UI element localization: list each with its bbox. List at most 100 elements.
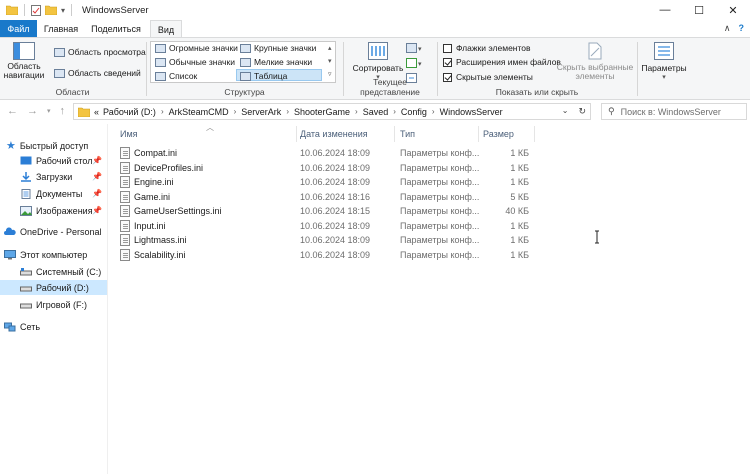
chevron-right-icon[interactable]: › [432, 107, 435, 116]
layout-small-icons[interactable]: Мелкие значки [240, 57, 312, 67]
sidebar-item-pictures[interactable]: Изображения 📌 [0, 203, 107, 218]
file-list: ︿ Имя Дата изменения Тип Размер Compat.i… [108, 123, 750, 474]
sidebar-item-downloads[interactable]: Загрузки 📌 [0, 169, 107, 184]
layout-extra-large-icons[interactable]: Огромные значки [155, 43, 238, 53]
tab-home[interactable]: Главная [40, 20, 82, 37]
hidden-items-label: Скрытые элементы [456, 72, 533, 82]
sidebar-item-drive-d[interactable]: Рабочий (D:) [0, 280, 107, 295]
column-header-date[interactable]: Дата изменения [300, 126, 394, 142]
sort-button[interactable]: Сортировать ▾ [350, 42, 406, 81]
help-icon[interactable]: ? [739, 23, 745, 34]
chevron-right-icon[interactable]: › [393, 107, 396, 116]
chevron-right-icon[interactable]: › [286, 107, 289, 116]
file-row[interactable]: Compat.ini 10.06.2024 18:09 Параметры ко… [108, 146, 750, 160]
tab-view[interactable]: Вид [150, 20, 182, 38]
recent-locations-button[interactable]: ▾ [47, 107, 51, 117]
back-button[interactable]: ← [7, 105, 18, 117]
pin-icon: 📌 [92, 172, 102, 181]
nav-pane-button[interactable]: Область навигации [4, 42, 44, 82]
column-header-label: Дата изменения [300, 129, 368, 139]
properties-icon[interactable] [31, 4, 41, 16]
layout-details[interactable]: Таблица [240, 71, 287, 81]
breadcrumb-item[interactable]: WindowsServer [440, 107, 503, 117]
column-header-name[interactable]: Имя [120, 126, 296, 142]
collapse-ribbon-icon[interactable]: ∧ [724, 23, 731, 34]
file-name: GameUserSettings.ini [134, 206, 222, 216]
maximize-button[interactable]: ☐ [682, 0, 716, 20]
checkbox-hidden-items[interactable] [443, 72, 452, 82]
breadcrumb-item[interactable]: ArkSteamCMD › [169, 107, 242, 117]
checkbox-file-extensions[interactable] [443, 57, 452, 67]
chevron-right-icon[interactable]: › [161, 107, 164, 116]
file-type: Параметры конф... [400, 192, 480, 202]
hidden-items-toggle[interactable]: Скрытые элементы [443, 72, 533, 82]
sidebar-item-network[interactable]: Сеть [0, 319, 107, 334]
breadcrumb-item[interactable]: Saved › [363, 107, 401, 117]
sidebar-item-desktop[interactable]: Рабочий стол 📌 [0, 153, 107, 168]
layout-list[interactable]: Список [155, 71, 197, 81]
qat-dropdown-icon[interactable]: ▾ [61, 6, 65, 15]
layout-scroll-arrows[interactable]: ▴ ▾ ▿ [328, 42, 332, 81]
up-button[interactable]: ↑ [60, 105, 66, 117]
pin-icon: 📌 [92, 189, 102, 198]
file-name: Lightmass.ini [134, 235, 187, 245]
layout-item-label: Огромные значки [169, 43, 238, 53]
file-extensions-toggle[interactable]: Расширения имен файлов [443, 57, 561, 67]
pictures-icon [20, 205, 32, 216]
address-overflow[interactable]: « [94, 107, 99, 117]
file-type: Параметры конф... [400, 163, 480, 173]
minimize-button[interactable]: — [648, 0, 682, 20]
group-by-icon[interactable]: ▾ [406, 43, 424, 53]
breadcrumb-item[interactable]: Рабочий (D:) › [103, 107, 169, 117]
file-row[interactable]: Input.ini 10.06.2024 18:09 Параметры кон… [108, 219, 750, 233]
details-pane-button[interactable]: Область сведений [54, 68, 141, 78]
chevron-right-icon[interactable]: › [355, 107, 358, 116]
breadcrumb-item[interactable]: ServerArk › [241, 107, 294, 117]
sidebar-item-label: Сеть [20, 321, 41, 332]
layout-large-icons[interactable]: Крупные значки [240, 43, 316, 53]
layout-medium-icons[interactable]: Обычные значки [155, 57, 235, 67]
column-header-type[interactable]: Тип [400, 126, 478, 142]
sidebar-item-drive-f[interactable]: Игровой (F:) [0, 297, 107, 312]
file-row[interactable]: DeviceProfiles.ini 10.06.2024 18:09 Пара… [108, 161, 750, 175]
breadcrumb-label: ShooterGame [293, 106, 351, 117]
address-dropdown-icon[interactable]: ⌄ [562, 106, 569, 117]
close-button[interactable]: ✕ [716, 0, 750, 20]
search-input[interactable]: ⚲ Поиск в: WindowsServer [601, 103, 747, 120]
forward-button[interactable]: → [27, 105, 38, 117]
pin-icon: 📌 [92, 156, 102, 165]
file-row[interactable]: GameUserSettings.ini 10.06.2024 18:15 Па… [108, 204, 750, 218]
tab-share[interactable]: Поделиться [86, 20, 146, 37]
tab-file[interactable]: Файл [0, 20, 37, 37]
options-button[interactable]: Параметры ▾ [640, 42, 688, 81]
ini-file-icon [120, 234, 130, 246]
file-type: Параметры конф... [400, 221, 480, 231]
sidebar-item-label: Системный (C:) [36, 266, 102, 277]
add-columns-icon[interactable]: ▾ [406, 58, 424, 68]
sidebar-item-drive-c[interactable]: Системный (C:) [0, 264, 107, 279]
preview-pane-button[interactable]: Область просмотра [54, 47, 146, 57]
navigation-pane: ★ Быстрый доступ Рабочий стол 📌 Загрузки… [0, 124, 107, 474]
file-row[interactable]: Lightmass.ini 10.06.2024 18:09 Параметры… [108, 233, 750, 247]
layout-item-label: Крупные значки [254, 43, 317, 53]
sidebar-item-quick-access[interactable]: ★ Быстрый доступ [0, 138, 107, 153]
file-row[interactable]: Engine.ini 10.06.2024 18:09 Параметры ко… [108, 175, 750, 189]
sidebar-item-onedrive[interactable]: OneDrive - Personal [0, 224, 107, 239]
refresh-icon[interactable]: ↻ [578, 106, 586, 117]
sidebar-item-documents[interactable]: Документы 📌 [0, 186, 107, 201]
breadcrumb-item[interactable]: Config › [401, 107, 440, 117]
chevron-right-icon[interactable]: › [234, 107, 237, 116]
new-folder-icon[interactable] [45, 5, 57, 15]
address-bar[interactable]: « Рабочий (D:) › ArkSteamCMD › ServerArk › … [73, 103, 591, 120]
medium-icons-icon [155, 57, 166, 67]
breadcrumb-label: WindowsServer [439, 106, 503, 117]
item-checkboxes-toggle[interactable]: Флажки элементов [443, 43, 531, 53]
column-header-size[interactable]: Размер [483, 126, 533, 142]
breadcrumb-item[interactable]: ShooterGame › [294, 107, 363, 117]
sidebar-item-this-pc[interactable]: Этот компьютер [0, 247, 107, 262]
file-row[interactable]: Game.ini 10.06.2024 18:16 Параметры конф… [108, 190, 750, 204]
hide-selected-button[interactable]: Скрыть выбранные элементы [556, 42, 634, 81]
checkbox-item-checkboxes[interactable] [443, 43, 452, 53]
layout-item-label: Мелкие значки [254, 57, 313, 67]
file-row[interactable]: Scalability.ini 10.06.2024 18:09 Парамет… [108, 248, 750, 262]
